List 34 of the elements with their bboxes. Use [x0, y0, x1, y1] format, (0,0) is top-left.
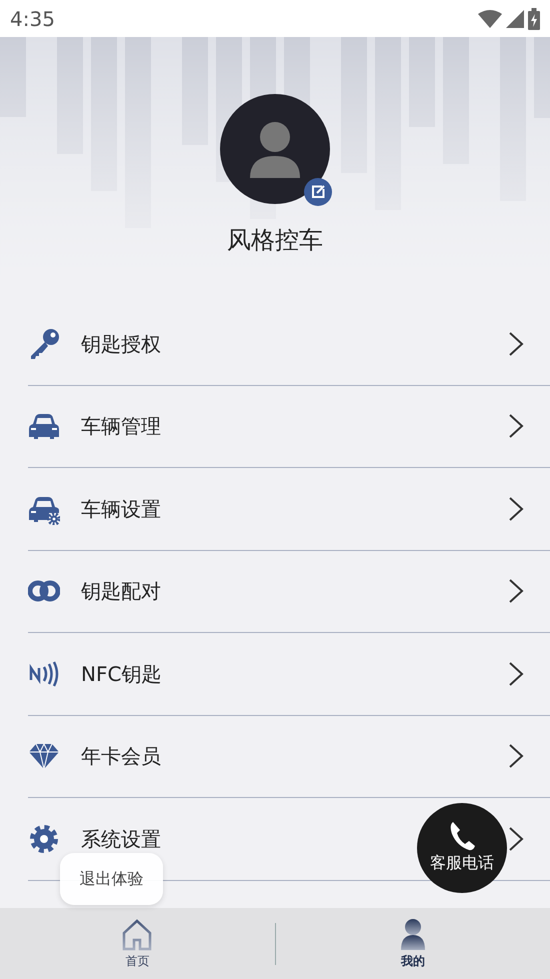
phone-icon	[448, 821, 476, 851]
call-button[interactable]: 客服电话	[417, 803, 507, 893]
wifi-icon	[478, 10, 502, 28]
chevron-icon	[508, 413, 524, 440]
menu-item[interactable]: 车辆设置	[28, 468, 550, 550]
menu-label: NFC钥匙	[81, 660, 162, 688]
edit-icon[interactable]	[304, 178, 332, 206]
toast-message: 退出体验	[60, 853, 163, 905]
menu-item[interactable]: 钥匙授权	[28, 303, 550, 386]
home-icon	[121, 918, 154, 950]
key-icon	[28, 328, 60, 360]
menu-item[interactable]: 车辆管理	[28, 386, 550, 468]
menu-label: 钥匙授权	[81, 330, 161, 358]
menu-label: 车辆设置	[81, 496, 161, 523]
menu-label: 钥匙配对	[81, 578, 161, 606]
menu-item[interactable]: 钥匙配对	[28, 550, 550, 633]
chevron-icon	[508, 330, 524, 357]
menu-label: 年卡会员	[81, 743, 161, 770]
menu-item[interactable]: NFC钥匙	[28, 633, 550, 716]
menu-label: 系统设置	[81, 826, 161, 853]
chevron-icon	[508, 578, 524, 604]
status-time: 4:35	[10, 6, 55, 32]
chevron-icon	[508, 496, 524, 522]
settings-icon	[28, 822, 60, 855]
chevron-icon	[508, 826, 524, 852]
signal-icon	[506, 10, 524, 28]
chevron-icon	[508, 660, 524, 687]
battery-icon	[528, 8, 540, 30]
tab-item[interactable]: 我的	[276, 918, 550, 970]
profile-name: 风格控车	[227, 226, 323, 255]
menu-item[interactable]: 年卡会员	[28, 716, 550, 798]
menu-label: 车辆管理	[81, 413, 161, 440]
tab-item[interactable]: 首页	[0, 918, 274, 970]
chevron-icon	[508, 743, 524, 770]
